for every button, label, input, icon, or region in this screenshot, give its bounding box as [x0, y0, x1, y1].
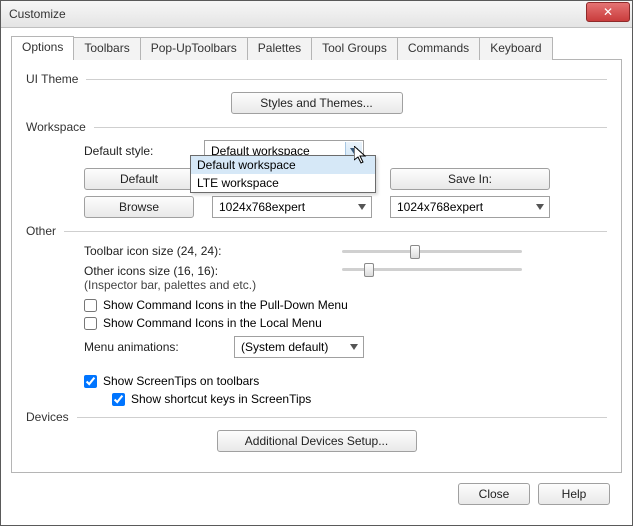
section-other: Other [26, 224, 607, 238]
menu-animations-select[interactable]: (System default) [234, 336, 364, 358]
right-workspace-select[interactable]: 1024x768expert [390, 196, 550, 218]
client-area: Options Toolbars Pop-UpToolbars Palettes… [1, 28, 632, 525]
chk-screentips[interactable]: Show ScreenTips on toolbars [84, 374, 607, 388]
tab-popup-toolbars[interactable]: Pop-UpToolbars [140, 37, 248, 60]
additional-devices-button[interactable]: Additional Devices Setup... [217, 430, 417, 452]
chevron-down-icon [531, 198, 548, 216]
default-button[interactable]: Default [84, 168, 194, 190]
chk-shortcut[interactable]: Show shortcut keys in ScreenTips [112, 392, 607, 406]
default-style-dropdown-list: Default workspace LTE workspace [190, 155, 376, 193]
dialog-footer: Close Help [11, 473, 622, 515]
default-style-label: Default style: [84, 144, 204, 158]
save-in-button[interactable]: Save In: [390, 168, 550, 190]
help-button[interactable]: Help [538, 483, 610, 505]
chevron-down-icon [353, 198, 370, 216]
tab-palettes[interactable]: Palettes [247, 37, 312, 60]
chk-shortcut-box[interactable] [112, 393, 125, 406]
chk-local[interactable]: Show Command Icons in the Local Menu [84, 316, 607, 330]
menu-animations-label: Menu animations: [84, 340, 234, 354]
section-ui-theme: UI Theme [26, 72, 607, 86]
tab-commands[interactable]: Commands [397, 37, 480, 60]
chk-screentips-box[interactable] [84, 375, 97, 388]
chk-local-box[interactable] [84, 317, 97, 330]
chevron-down-icon [345, 338, 362, 356]
tab-panel-options: UI Theme Styles and Themes... Workspace … [11, 60, 622, 473]
close-button[interactable]: Close [458, 483, 530, 505]
chk-pulldown-box[interactable] [84, 299, 97, 312]
window-title: Customize [9, 7, 586, 21]
customize-dialog: Customize ✕ Options Toolbars Pop-UpToolb… [0, 0, 633, 526]
titlebar: Customize ✕ [1, 1, 632, 28]
tab-keyboard[interactable]: Keyboard [479, 37, 552, 60]
default-style-option-lte[interactable]: LTE workspace [191, 174, 375, 192]
section-workspace: Workspace [26, 120, 607, 134]
section-devices: Devices [26, 410, 607, 424]
styles-and-themes-button[interactable]: Styles and Themes... [231, 92, 403, 114]
other-icons-size-sublabel: (Inspector bar, palettes and etc.) [84, 278, 256, 292]
other-icons-size-label: Other icons size (16, 16): [84, 264, 218, 278]
left-workspace-select[interactable]: 1024x768expert [212, 196, 372, 218]
close-icon: ✕ [603, 6, 613, 18]
tab-options[interactable]: Options [11, 36, 74, 60]
window-close-button[interactable]: ✕ [586, 2, 630, 22]
toolbar-icon-size-slider[interactable] [342, 250, 522, 253]
tab-toolbars[interactable]: Toolbars [73, 37, 140, 60]
toolbar-icon-size-label: Toolbar icon size (24, 24): [84, 244, 342, 258]
tab-strip: Options Toolbars Pop-UpToolbars Palettes… [11, 36, 622, 60]
tab-tool-groups[interactable]: Tool Groups [311, 37, 398, 60]
other-icons-size-slider[interactable] [342, 268, 522, 271]
default-style-option-default[interactable]: Default workspace [191, 156, 375, 174]
chk-pulldown[interactable]: Show Command Icons in the Pull-Down Menu [84, 298, 607, 312]
browse-button[interactable]: Browse [84, 196, 194, 218]
